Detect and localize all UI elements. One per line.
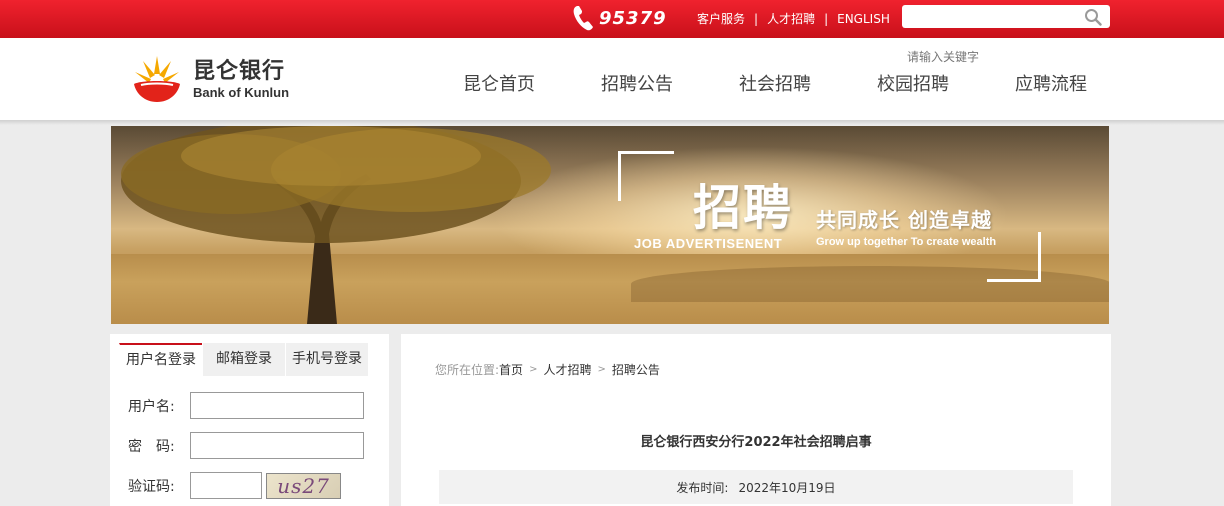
captcha-row: 验证码: us27	[128, 472, 341, 499]
login-panel: 用户名登录 邮箱登录 手机号登录 用户名: 密 码: 验证码: us27	[110, 334, 389, 506]
banner-english-slogan: Grow up together To create wealth	[816, 236, 997, 248]
search-box	[902, 5, 1110, 28]
password-row: 密 码:	[128, 432, 364, 459]
phone-icon	[572, 5, 594, 31]
logo-english-name: Bank of Kunlun	[193, 85, 290, 100]
bank-logo[interactable]: 昆仑银行 Bank of Kunlun	[131, 52, 289, 108]
breadcrumb-recruitment[interactable]: 人才招聘	[543, 361, 591, 378]
search-icon[interactable]	[1084, 8, 1102, 26]
tab-phone-login[interactable]: 手机号登录	[285, 343, 368, 376]
tab-email-login[interactable]: 邮箱登录	[202, 343, 285, 376]
tab-username-login[interactable]: 用户名登录	[119, 343, 202, 376]
breadcrumb-home[interactable]: 首页	[499, 361, 523, 378]
search-hint: 请输入关键字	[907, 50, 980, 64]
publish-info: 发布时间: 2022年10月19日	[439, 470, 1073, 504]
customer-service-link[interactable]: 客户服务	[697, 10, 745, 27]
article-panel: 您所在位置: 首页 > 人才招聘 > 招聘公告 昆仑银行西安分行2022年社会招…	[401, 334, 1111, 506]
search-input[interactable]	[902, 5, 1080, 28]
nav-item-announcements[interactable]: 招聘公告	[568, 70, 706, 96]
hotline-number: 95379	[599, 7, 667, 29]
banner-english-title: JOB ADVERTISENENT	[634, 236, 783, 251]
top-link-separator: |	[754, 11, 759, 26]
recruitment-link[interactable]: 人才招聘	[767, 10, 815, 27]
nav-item-home[interactable]: 昆仑首页	[430, 70, 568, 96]
password-label: 密 码:	[128, 438, 175, 455]
password-input[interactable]	[190, 432, 364, 459]
breadcrumb-separator: >	[597, 364, 606, 375]
publish-label: 发布时间:	[676, 480, 729, 495]
kunlun-sun-logo-icon	[131, 52, 183, 108]
hotline: 95379	[572, 4, 667, 32]
captcha-label: 验证码:	[128, 478, 175, 495]
breadcrumb-prefix: 您所在位置:	[435, 363, 500, 377]
banner-title: 招聘	[693, 180, 794, 236]
breadcrumb-separator: >	[529, 364, 538, 375]
tree-image	[121, 126, 551, 324]
header: 昆仑银行 Bank of Kunlun 请输入关键字 昆仑首页 招聘公告 社会招…	[0, 38, 1224, 120]
username-input[interactable]	[190, 392, 364, 419]
top-bar: 95379 客户服务 | 人才招聘 | ENGLISH	[0, 0, 1224, 38]
captcha-input[interactable]	[190, 472, 262, 499]
banner-slogan: 共同成长 创造卓越	[816, 208, 992, 232]
breadcrumb-announcements[interactable]: 招聘公告	[612, 361, 660, 378]
breadcrumb: 您所在位置: 首页 > 人才招聘 > 招聘公告	[435, 361, 660, 378]
login-tabs: 用户名登录 邮箱登录 手机号登录	[119, 343, 368, 376]
username-row: 用户名:	[128, 392, 364, 419]
nav-item-campus-recruitment[interactable]: 校园招聘	[844, 70, 982, 96]
english-link[interactable]: ENGLISH	[837, 12, 890, 26]
banner-frame-corner	[618, 151, 674, 201]
article-title: 昆仑银行西安分行2022年社会招聘启事	[640, 435, 872, 450]
top-link-separator: |	[824, 11, 829, 26]
nav-item-application-process[interactable]: 应聘流程	[982, 70, 1120, 96]
top-links: 客户服务 | 人才招聘 | ENGLISH	[697, 10, 890, 27]
header-divider	[0, 120, 1224, 125]
publish-date: 2022年10月19日	[738, 480, 836, 495]
main-nav: 昆仑首页 招聘公告 社会招聘 校园招聘 应聘流程	[430, 70, 1120, 96]
username-label: 用户名:	[128, 398, 175, 415]
nav-item-social-recruitment[interactable]: 社会招聘	[706, 70, 844, 96]
recruitment-banner: 招聘 共同成长 创造卓越 JOB ADVERTISENENT Grow up t…	[111, 126, 1109, 324]
captcha-image[interactable]: us27	[266, 472, 341, 499]
logo-chinese-name: 昆仑银行	[193, 59, 286, 84]
